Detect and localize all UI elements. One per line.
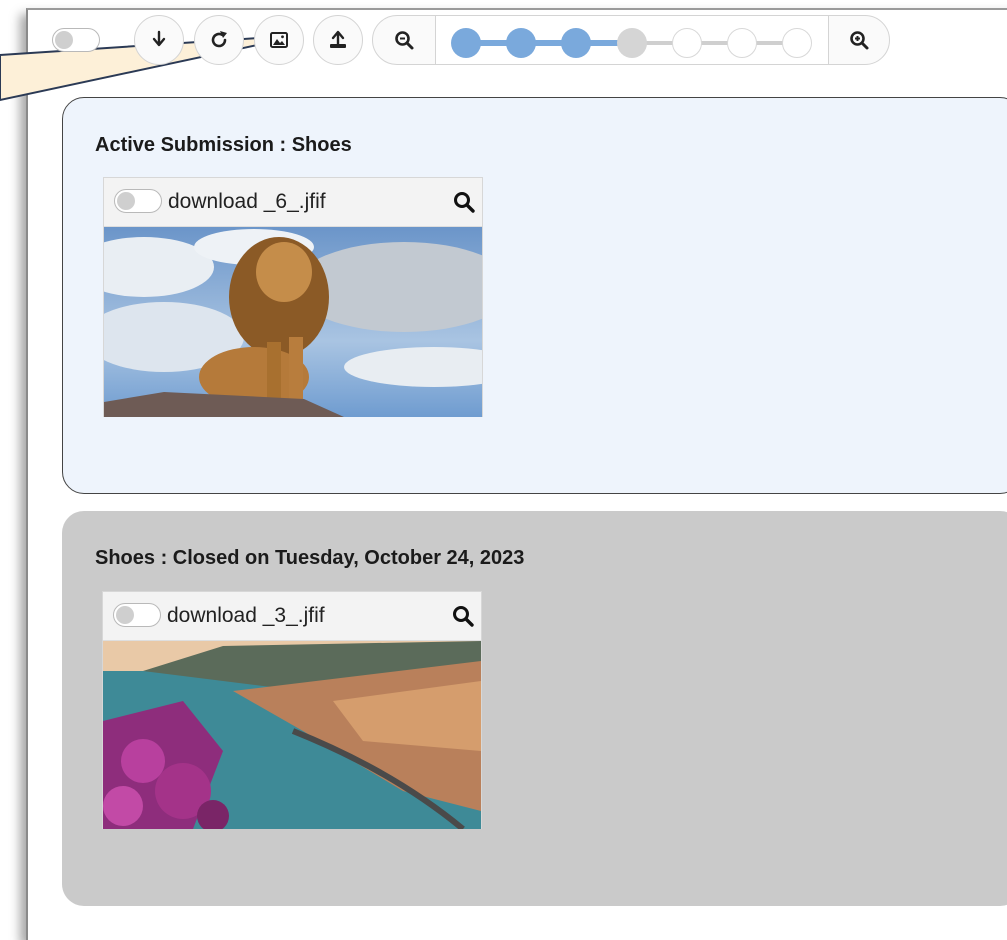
zoom-step-2[interactable]	[506, 28, 536, 58]
image-button[interactable]	[254, 15, 304, 65]
coastal-town-photo	[103, 641, 481, 832]
submission-card[interactable]: download _6_.jfif	[74, 177, 524, 417]
zoom-out-icon	[395, 31, 414, 50]
select-toggle[interactable]	[113, 603, 161, 627]
zoom-out-button[interactable]	[372, 15, 436, 65]
panel-title: Shoes : Closed on Tuesday, October 24, 2…	[95, 547, 525, 569]
redo-icon	[211, 31, 227, 48]
refresh-button[interactable]	[194, 15, 244, 65]
image-icon	[270, 32, 288, 48]
upload-button[interactable]	[313, 15, 363, 65]
zoom-step-7[interactable]	[782, 28, 812, 58]
download-button[interactable]	[134, 15, 184, 65]
file-name: download _3_.jfif	[167, 604, 325, 627]
closed-submission-panel: Shoes : Closed on Tuesday, October 24, 2…	[62, 511, 1007, 906]
zoom-step-4[interactable]	[617, 28, 647, 58]
select-toggle[interactable]	[114, 189, 162, 213]
toggle-knob	[55, 31, 73, 49]
card-header: download _6_.jfif	[104, 178, 482, 227]
toggle-knob	[116, 606, 134, 624]
card-header: download _3_.jfif	[103, 592, 481, 641]
zoom-step-5[interactable]	[672, 28, 702, 58]
file-name: download _6_.jfif	[168, 190, 326, 213]
toggle-knob	[117, 192, 135, 210]
lion-photo	[74, 227, 524, 417]
submission-card[interactable]: download _3_.jfif	[102, 591, 482, 832]
panel-title: Active Submission : Shoes	[95, 134, 352, 156]
zoom-step-1[interactable]	[451, 28, 481, 58]
arrow-down-icon	[152, 30, 166, 47]
zoom-step-3[interactable]	[561, 28, 591, 58]
search-icon[interactable]	[452, 190, 476, 214]
toolbar-toggle[interactable]	[52, 28, 100, 52]
zoom-step-6[interactable]	[727, 28, 757, 58]
zoom-in-icon	[850, 31, 869, 50]
zoom-track-empty	[632, 41, 798, 45]
upload-icon	[330, 30, 346, 48]
zoom-track-fill	[462, 40, 632, 46]
active-submission-panel: Active Submission : Shoes download _6_.j…	[62, 97, 1007, 494]
search-icon[interactable]	[451, 604, 475, 628]
zoom-in-button[interactable]	[828, 15, 890, 65]
